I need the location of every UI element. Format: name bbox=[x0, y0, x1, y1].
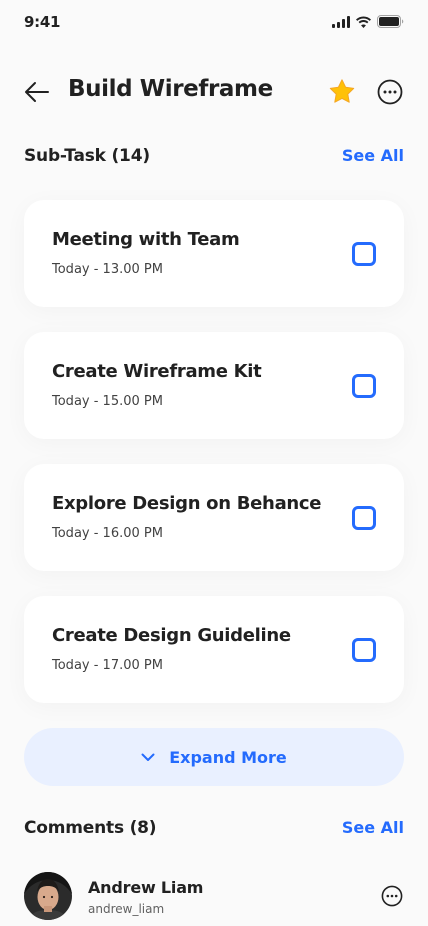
task-title: Meeting with Team bbox=[52, 229, 240, 250]
task-title: Explore Design on Behance bbox=[52, 493, 322, 514]
battery-icon bbox=[377, 15, 404, 28]
avatar[interactable] bbox=[24, 872, 72, 920]
arrow-left-icon[interactable] bbox=[24, 80, 50, 104]
signal-icon bbox=[332, 15, 350, 28]
task-card[interactable]: Explore Design on Behance Today - 16.00 … bbox=[24, 464, 404, 571]
comment-author-name: Andrew Liam bbox=[88, 878, 204, 897]
chevron-down-icon bbox=[141, 753, 155, 761]
subtask-see-all-link[interactable]: See All bbox=[342, 146, 404, 165]
task-card[interactable]: Create Wireframe Kit Today - 15.00 PM bbox=[24, 332, 404, 439]
page-title: Build Wireframe bbox=[68, 76, 273, 102]
status-time: 9:41 bbox=[24, 13, 61, 31]
more-circle-icon[interactable] bbox=[381, 885, 403, 907]
expand-more-label: Expand More bbox=[169, 747, 287, 767]
comments-header: Comments (8) See All bbox=[24, 818, 404, 842]
task-checkbox[interactable] bbox=[352, 374, 376, 398]
task-checkbox[interactable] bbox=[352, 638, 376, 662]
subtask-title: Sub-Task (14) bbox=[24, 146, 150, 166]
header: Build Wireframe bbox=[0, 70, 428, 114]
comment-author-username: andrew_liam bbox=[88, 902, 165, 916]
subtask-header: Sub-Task (14) See All bbox=[24, 146, 404, 170]
task-checkbox[interactable] bbox=[352, 506, 376, 530]
avatar-image bbox=[24, 872, 72, 920]
task-card[interactable]: Create Design Guideline Today - 17.00 PM bbox=[24, 596, 404, 703]
status-bar: 9:41 bbox=[0, 0, 428, 44]
task-card[interactable]: Meeting with Team Today - 13.00 PM bbox=[24, 200, 404, 307]
task-title: Create Design Guideline bbox=[52, 625, 291, 646]
task-title: Create Wireframe Kit bbox=[52, 361, 262, 382]
status-icons bbox=[332, 15, 404, 28]
task-time: Today - 16.00 PM bbox=[52, 526, 163, 541]
task-time: Today - 17.00 PM bbox=[52, 658, 163, 673]
task-time: Today - 15.00 PM bbox=[52, 394, 163, 409]
task-checkbox[interactable] bbox=[352, 242, 376, 266]
comments-title: Comments (8) bbox=[24, 818, 157, 838]
star-icon[interactable] bbox=[328, 78, 356, 106]
comments-see-all-link[interactable]: See All bbox=[342, 818, 404, 837]
expand-more-button[interactable]: Expand More bbox=[24, 728, 404, 786]
more-circle-icon[interactable] bbox=[377, 79, 403, 105]
check-icon bbox=[357, 248, 371, 260]
comment-item: Andrew Liam andrew_liam bbox=[24, 872, 404, 920]
task-time: Today - 13.00 PM bbox=[52, 262, 163, 277]
wifi-icon bbox=[356, 16, 371, 28]
